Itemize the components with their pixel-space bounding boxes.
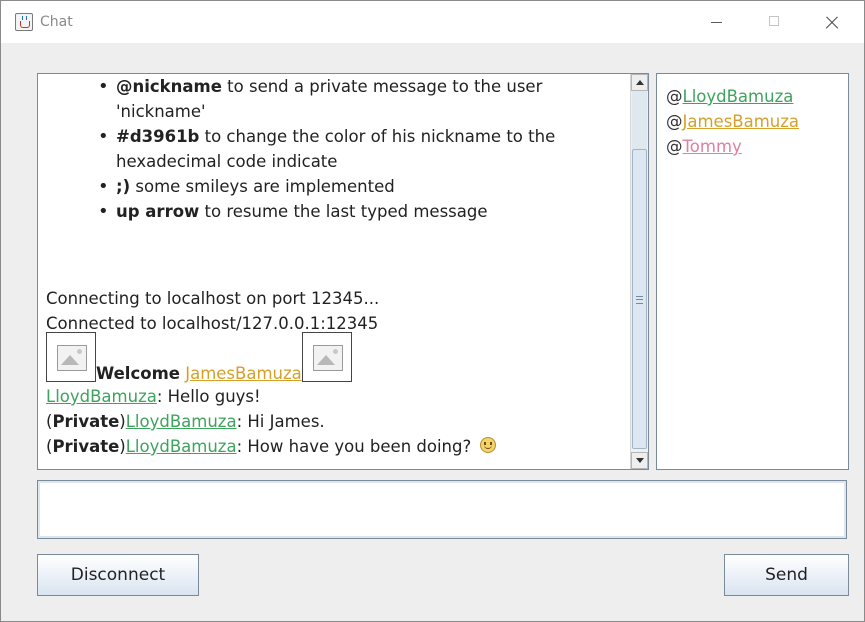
title-bar: Chat bbox=[1, 1, 864, 43]
scroll-up-button[interactable] bbox=[631, 74, 648, 91]
help-item: #d3961b to change the color of his nickn… bbox=[46, 124, 626, 149]
welcome-nickname[interactable]: JamesBamuza bbox=[185, 364, 302, 383]
arrow-up-icon bbox=[635, 80, 644, 85]
chat-vertical-scrollbar[interactable] bbox=[630, 74, 648, 469]
message-text: : Hello guys! bbox=[156, 387, 261, 406]
grip-icon bbox=[636, 296, 643, 304]
broken-image-icon bbox=[46, 332, 96, 382]
connected-users-list[interactable]: @LloydBamuza @JamesBamuza @Tommy bbox=[656, 73, 849, 470]
user-at-prefix: @ bbox=[666, 87, 683, 106]
user-name[interactable]: JamesBamuza bbox=[683, 112, 800, 131]
help-item-continued: 'nickname' bbox=[46, 99, 626, 124]
maximize-button[interactable] bbox=[761, 10, 787, 34]
message-line: LloydBamuza: Hello guys! bbox=[46, 384, 626, 409]
chat-content: @nickname to send a private message to t… bbox=[46, 74, 626, 459]
help-text: some smileys are implemented bbox=[130, 177, 395, 196]
help-item-continued: hexadecimal code indicate bbox=[46, 149, 626, 174]
help-item: up arrow to resume the last typed messag… bbox=[46, 199, 626, 224]
send-button[interactable]: Send bbox=[724, 554, 849, 596]
private-tag: Private bbox=[52, 437, 120, 456]
user-at-prefix: @ bbox=[666, 137, 683, 156]
scroll-track[interactable] bbox=[632, 91, 647, 149]
user-name[interactable]: Tommy bbox=[683, 137, 742, 156]
window-title: Chat bbox=[40, 14, 73, 30]
message-input[interactable] bbox=[37, 480, 847, 539]
help-item: ;) some smileys are implemented bbox=[46, 174, 626, 199]
user-at-prefix: @ bbox=[666, 112, 683, 131]
help-text: to resume the last typed message bbox=[199, 202, 488, 221]
welcome-line: Welcome JamesBamuza bbox=[46, 332, 626, 384]
close-button[interactable] bbox=[819, 10, 845, 34]
help-item: @nickname to send a private message to t… bbox=[46, 74, 626, 99]
help-command: #d3961b bbox=[116, 127, 200, 146]
scroll-thumb[interactable] bbox=[632, 149, 647, 449]
smiley-icon bbox=[480, 437, 497, 453]
help-command: ;) bbox=[116, 177, 131, 196]
maximize-icon bbox=[769, 16, 779, 26]
message-text: : Hi James. bbox=[236, 412, 325, 431]
user-item[interactable]: @JamesBamuza bbox=[666, 109, 799, 134]
minimize-button[interactable] bbox=[703, 10, 729, 34]
chat-messages-pane[interactable]: @nickname to send a private message to t… bbox=[37, 73, 649, 470]
arrow-down-icon bbox=[635, 458, 644, 463]
help-text: 'nickname' bbox=[116, 102, 206, 121]
disconnect-button[interactable]: Disconnect bbox=[37, 554, 199, 596]
message-line: (Private)LloydBamuza: Hi James. bbox=[46, 409, 626, 434]
scroll-down-button[interactable] bbox=[631, 452, 648, 469]
message-sender[interactable]: LloydBamuza bbox=[126, 437, 237, 456]
user-item[interactable]: @Tommy bbox=[666, 134, 799, 159]
private-tag: Private bbox=[52, 412, 120, 431]
user-name[interactable]: LloydBamuza bbox=[683, 87, 794, 106]
help-text: to change the color of his nickname to t… bbox=[199, 127, 556, 146]
broken-image-icon bbox=[301, 332, 352, 382]
chat-window: Chat @nickname to send a private message… bbox=[0, 0, 865, 622]
help-text: to send a private message to the user bbox=[221, 77, 543, 96]
minimize-icon bbox=[711, 22, 722, 23]
help-command: @nickname bbox=[116, 77, 222, 96]
message-sender[interactable]: LloydBamuza bbox=[126, 412, 237, 431]
help-text: hexadecimal code indicate bbox=[116, 152, 338, 171]
message-text: : How have you been doing? bbox=[236, 437, 477, 456]
message-sender[interactable]: LloydBamuza bbox=[46, 387, 157, 406]
welcome-label: Welcome bbox=[96, 364, 180, 383]
help-command: up arrow bbox=[116, 202, 200, 221]
status-connecting: Connecting to localhost on port 12345... bbox=[46, 289, 380, 308]
user-item[interactable]: @LloydBamuza bbox=[666, 84, 799, 109]
users-inner: @LloydBamuza @JamesBamuza @Tommy bbox=[666, 84, 799, 159]
message-line: (Private)LloydBamuza: How have you been … bbox=[46, 434, 626, 459]
java-cup-icon bbox=[15, 13, 33, 31]
